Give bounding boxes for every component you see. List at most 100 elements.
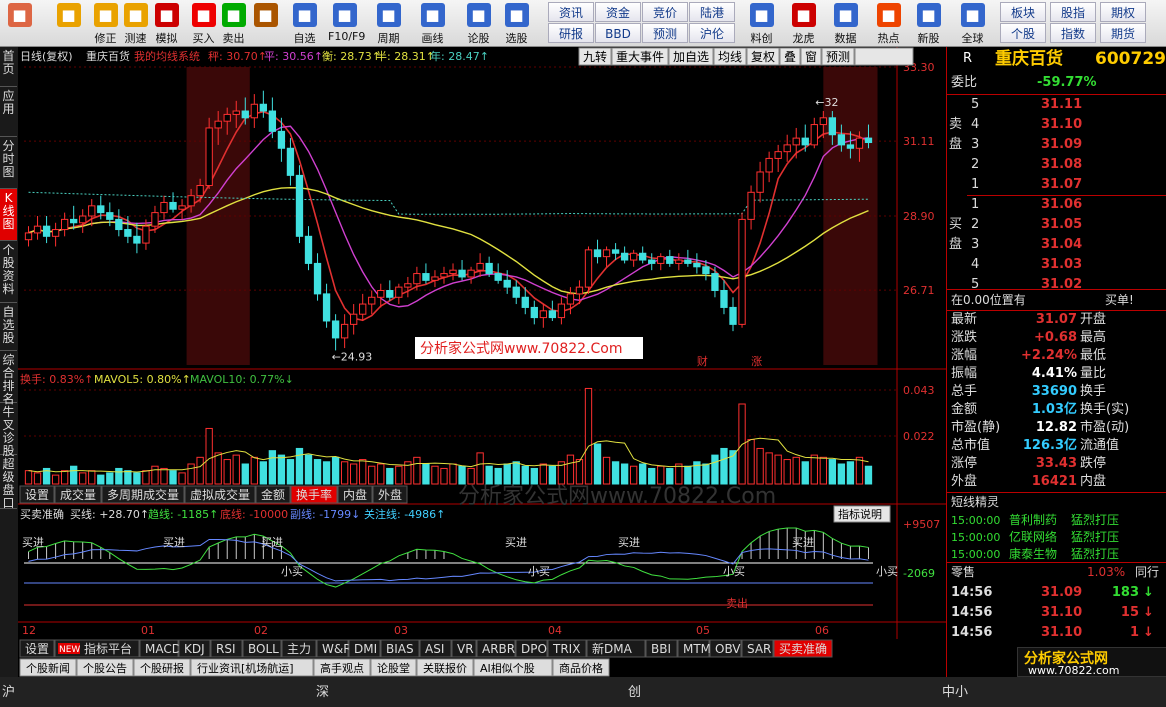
trade-direction: ↓ bbox=[1143, 585, 1154, 600]
toolbar-button-label: 龙虎 bbox=[792, 32, 815, 45]
ask-price[interactable]: 31.07 bbox=[1041, 175, 1082, 195]
ind-buy-label: 买进 bbox=[505, 536, 527, 549]
bid-price[interactable]: 31.05 bbox=[1041, 215, 1082, 235]
market-link-板块[interactable]: 板块 bbox=[1000, 2, 1046, 22]
status-market-2[interactable]: 创 bbox=[628, 681, 641, 700]
chart-window-controls[interactable] bbox=[854, 47, 914, 66]
peer-tab[interactable]: 同行 bbox=[1135, 562, 1159, 582]
quote-label: 金额 bbox=[951, 402, 978, 417]
vol-tab-label: 设置 bbox=[25, 488, 49, 502]
toolbar-button-9[interactable]: ■ F10/F9 bbox=[328, 2, 366, 45]
kline-chart-svg[interactable]: 33.3031.1128.9026.71←32←24.93 财涨分析家公式网www… bbox=[18, 47, 946, 677]
volume-bar bbox=[684, 465, 692, 485]
quick-link-沪伦[interactable]: 沪伦 bbox=[689, 23, 735, 43]
bid-price[interactable]: 31.03 bbox=[1041, 255, 1082, 275]
volume-bar bbox=[79, 472, 87, 485]
market-link-期权[interactable]: 期权 bbox=[1100, 2, 1146, 22]
toolbar-button-8[interactable]: ■ 自选 bbox=[288, 2, 321, 45]
toolbar-button2-4[interactable]: ■ 新股 bbox=[912, 2, 945, 45]
left-tab-2[interactable]: 分时图 bbox=[0, 137, 17, 189]
bid-price[interactable]: 31.04 bbox=[1041, 235, 1082, 255]
sprite-stock[interactable]: 普利制药 bbox=[1009, 512, 1057, 529]
toolbar-button2-3[interactable]: ■ 热点 bbox=[872, 2, 905, 45]
volume-bar bbox=[431, 465, 439, 485]
status-market-1[interactable]: 深 bbox=[316, 681, 329, 700]
candle-body bbox=[322, 293, 331, 322]
toolbar-button-11[interactable]: ■ 画线 bbox=[416, 2, 449, 45]
toolbar-button2-5[interactable]: ■ 全球 bbox=[956, 2, 989, 45]
quick-link-资讯[interactable]: 资讯 bbox=[548, 2, 594, 22]
ask-price[interactable]: 31.09 bbox=[1041, 135, 1082, 155]
toolbar-button-6[interactable]: ■ 卖出 bbox=[217, 2, 250, 45]
volume-bar bbox=[368, 465, 376, 485]
sprite-stock[interactable]: 康泰生物 bbox=[1009, 546, 1057, 563]
ind-c: 底线: -10000 bbox=[220, 507, 288, 521]
market-link-期货[interactable]: 期货 bbox=[1100, 23, 1146, 43]
market-link-指数[interactable]: 指数 bbox=[1050, 23, 1096, 43]
left-tab-0[interactable]: 首页 bbox=[0, 47, 17, 87]
ask-price[interactable]: 31.10 bbox=[1041, 115, 1082, 135]
ind-tick-label: +9507 bbox=[903, 518, 940, 531]
candle-body bbox=[106, 212, 114, 220]
toolbar-button-4[interactable]: ■ 模拟 bbox=[150, 2, 183, 45]
toolbar-button-label: F10/F9 bbox=[328, 30, 366, 43]
candle-body bbox=[133, 235, 141, 244]
left-tab-8[interactable]: 超级盘口 bbox=[0, 455, 17, 510]
candle-body bbox=[747, 191, 755, 220]
toolbar-button2-2[interactable]: ■ 数据 bbox=[829, 2, 862, 45]
toolbar-button-1[interactable]: ■ bbox=[52, 2, 85, 45]
status-market-0[interactable]: 沪 bbox=[2, 681, 15, 700]
toolbar-button-10[interactable]: ■ 周期 bbox=[372, 2, 405, 45]
trade-price: 31.10 bbox=[1041, 605, 1083, 620]
left-tab-6[interactable]: 综合排名 bbox=[0, 351, 17, 406]
ind-sell-label: 卖出 bbox=[726, 596, 748, 610]
toolbar-button2-1[interactable]: ■ 龙虎 bbox=[787, 2, 820, 45]
bid-price[interactable]: 31.06 bbox=[1041, 195, 1082, 215]
chart-area[interactable]: 33.30 31.11 28.90 26.71 ←32 ←24.93 财涨分析家公式网www… bbox=[18, 47, 946, 677]
quick-link-预测[interactable]: 预测 bbox=[642, 23, 688, 43]
toolbar-button-12[interactable]: ■ 论股 bbox=[462, 2, 495, 45]
volume-bar bbox=[322, 461, 331, 485]
candle-body bbox=[467, 269, 475, 278]
quick-link-研报[interactable]: 研报 bbox=[548, 23, 594, 43]
sell-icon: ■ bbox=[221, 3, 246, 27]
volume-bar bbox=[864, 465, 873, 485]
ask-price[interactable]: 31.08 bbox=[1041, 155, 1082, 175]
status-market-3[interactable]: 中小 bbox=[942, 681, 968, 700]
toolbar-button-5[interactable]: ■ 买入 bbox=[187, 2, 220, 45]
sprite-stock[interactable]: 亿联网络 bbox=[1009, 529, 1057, 546]
quote-value: 33690 bbox=[1031, 384, 1077, 399]
left-tab-5[interactable]: 自选股 bbox=[0, 303, 17, 351]
x-tick-label: 01 bbox=[141, 624, 155, 637]
bid-price[interactable]: 31.02 bbox=[1041, 275, 1082, 295]
toolbar-button-2[interactable]: ■ 修正 bbox=[89, 2, 122, 45]
toolbar-button-label: 卖出 bbox=[222, 32, 245, 45]
left-tab-7[interactable]: 牛叉诊股 bbox=[0, 403, 17, 458]
background-watermark: 分析家公式网www.70822.Com bbox=[458, 484, 776, 509]
candle-body bbox=[368, 296, 376, 305]
toolbar-button-13[interactable]: ■ 选股 bbox=[500, 2, 533, 45]
ask-price[interactable]: 31.11 bbox=[1041, 95, 1082, 115]
toolbar-button-0[interactable]: ■ bbox=[3, 2, 36, 45]
left-tab-4[interactable]: 个股资料 bbox=[0, 241, 17, 303]
stock-code: 600729 bbox=[1095, 49, 1166, 69]
market-link-股指[interactable]: 股指 bbox=[1050, 2, 1096, 22]
volume-bar bbox=[350, 463, 358, 485]
position-note: 在0.00位置有 bbox=[951, 293, 1026, 307]
toolbar-button2-0[interactable]: ■ 料创 bbox=[745, 2, 778, 45]
quick-link-BBD[interactable]: BBD bbox=[595, 23, 641, 43]
left-tab-3[interactable]: K线图 bbox=[0, 189, 17, 241]
quick-link-资金[interactable]: 资金 bbox=[595, 2, 641, 22]
market-link-个股[interactable]: 个股 bbox=[1000, 23, 1046, 43]
toolbar-button-7[interactable]: ■ bbox=[249, 2, 282, 45]
news-tab-label: 商品价格 bbox=[559, 661, 603, 675]
candle-body bbox=[566, 293, 575, 305]
toolbar-button-3[interactable]: ■ 测速 bbox=[119, 2, 152, 45]
quick-link-竞价[interactable]: 竞价 bbox=[642, 2, 688, 22]
vol-tab-label: 内盘 bbox=[343, 487, 367, 502]
status-bar: 沪 深 创 中小 bbox=[0, 677, 1166, 707]
quick-link-陆港[interactable]: 陆港 bbox=[689, 2, 735, 22]
ind-tab-label: W&R bbox=[322, 642, 352, 656]
left-tab-1[interactable]: 应用 bbox=[0, 87, 17, 137]
candle-body bbox=[250, 103, 258, 119]
